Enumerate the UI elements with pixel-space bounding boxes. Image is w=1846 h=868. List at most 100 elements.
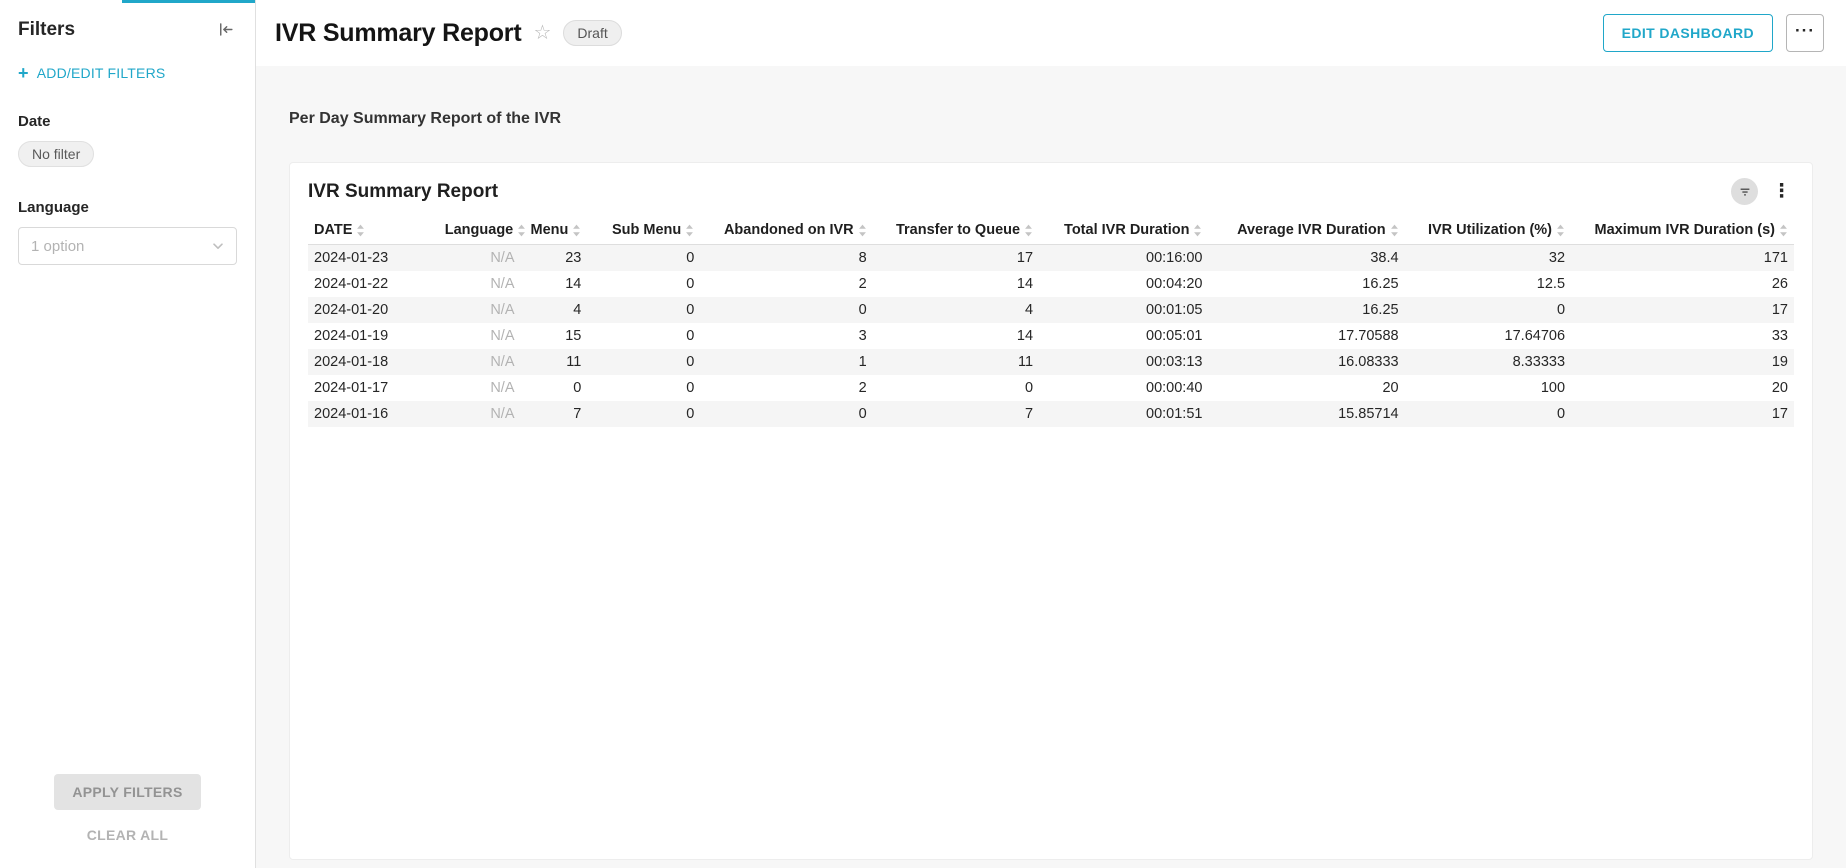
title-group: IVR Summary Report ☆ Draft <box>275 19 622 48</box>
table-cell: 00:01:51 <box>1039 401 1208 427</box>
table-cell: 32 <box>1405 245 1571 272</box>
apply-filters-button[interactable]: APPLY FILTERS <box>54 774 200 810</box>
table-cell: 0 <box>587 375 700 401</box>
table-cell: 00:04:20 <box>1039 271 1208 297</box>
table-cell: 00:16:00 <box>1039 245 1208 272</box>
table-cell: 17.70588 <box>1208 323 1404 349</box>
table-cell: 14 <box>520 271 587 297</box>
edit-dashboard-button[interactable]: EDIT DASHBOARD <box>1603 14 1773 52</box>
filters-title: Filters <box>18 19 75 41</box>
table-cell: 0 <box>587 323 700 349</box>
filters-sidebar: Filters + ADD/EDIT FILTERS Date No filte… <box>0 0 256 868</box>
table-cell: 0 <box>873 375 1039 401</box>
table-cell: 1 <box>700 349 872 375</box>
table-cell: 7 <box>520 401 587 427</box>
table-cell: 00:00:40 <box>1039 375 1208 401</box>
sort-icon <box>1024 224 1033 237</box>
filters-header: Filters <box>0 0 255 41</box>
column-header-ivr-utilization[interactable]: IVR Utilization (%) <box>1405 218 1571 245</box>
table-cell: 33 <box>1571 323 1794 349</box>
table-cell: 16.25 <box>1208 271 1404 297</box>
table-cell: 11 <box>520 349 587 375</box>
table-cell: 2024-01-18 <box>308 349 439 375</box>
sort-icon <box>1556 224 1565 237</box>
sidebar-accent-bar <box>122 0 255 3</box>
language-filter-select[interactable]: 1 option <box>18 227 237 265</box>
table-cell: 38.4 <box>1208 245 1404 272</box>
table-cell: 20 <box>1571 375 1794 401</box>
table-cell: 14 <box>873 271 1039 297</box>
main-area: IVR Summary Report ☆ Draft EDIT DASHBOAR… <box>256 0 1846 868</box>
table-cell: 12.5 <box>1405 271 1571 297</box>
table-cell: 00:05:01 <box>1039 323 1208 349</box>
table-cell: 15.85714 <box>1208 401 1404 427</box>
column-label: Maximum IVR Duration (s) <box>1595 222 1775 238</box>
column-header-maximum-ivr-duration-s[interactable]: Maximum IVR Duration (s) <box>1571 218 1794 245</box>
table-cell: 2024-01-22 <box>308 271 439 297</box>
date-filter-chip[interactable]: No filter <box>18 141 94 167</box>
sort-icon <box>572 224 581 237</box>
sort-icon <box>685 224 694 237</box>
column-header-transfer-to-queue[interactable]: Transfer to Queue <box>873 218 1039 245</box>
language-filter-label: Language <box>18 199 237 216</box>
table-cell: 4 <box>520 297 587 323</box>
table-cell: 00:01:05 <box>1039 297 1208 323</box>
table-row: 2024-01-23N/A23081700:16:0038.432171 <box>308 245 1794 272</box>
table-cell: N/A <box>439 349 521 375</box>
table-cell: 0 <box>587 245 700 272</box>
favorite-star-icon[interactable]: ☆ <box>533 23 551 43</box>
table-cell: 2024-01-23 <box>308 245 439 272</box>
ivr-table: DATELanguage Menu Sub Menu Abandoned on IVR… <box>308 218 1794 427</box>
table-cell: 7 <box>873 401 1039 427</box>
app-root: Filters + ADD/EDIT FILTERS Date No filte… <box>0 0 1846 868</box>
column-header-total-ivr-duration[interactable]: Total IVR Duration <box>1039 218 1208 245</box>
column-label: Menu <box>530 222 568 238</box>
filter-indicator-button[interactable] <box>1731 178 1758 205</box>
date-filter-label: Date <box>18 113 237 130</box>
markdown-text: Per Day Summary Report of the IVR <box>289 110 1813 128</box>
sort-icon <box>1779 224 1788 237</box>
table-head: DATELanguage Menu Sub Menu Abandoned on IVR… <box>308 218 1794 245</box>
table-cell: 2 <box>700 271 872 297</box>
table-cell: N/A <box>439 323 521 349</box>
chart-title: IVR Summary Report <box>308 181 498 203</box>
table-cell: 15 <box>520 323 587 349</box>
table-cell: 0 <box>587 349 700 375</box>
table-cell: 16.25 <box>1208 297 1404 323</box>
sort-icon <box>356 224 365 237</box>
filter-funnel-icon <box>1738 185 1752 199</box>
table-cell: 23 <box>520 245 587 272</box>
language-filter-section: Language 1 option <box>0 199 255 265</box>
table-cell: 20 <box>1208 375 1404 401</box>
add-edit-filters-button[interactable]: + ADD/EDIT FILTERS <box>0 41 255 81</box>
kebab-menu-icon[interactable]: ⋮ <box>1769 182 1794 201</box>
table-cell: 17 <box>873 245 1039 272</box>
table-cell: N/A <box>439 245 521 272</box>
sort-icon <box>1193 224 1202 237</box>
table-cell: 17 <box>1571 297 1794 323</box>
sort-icon <box>517 224 526 237</box>
dashboard-header: IVR Summary Report ☆ Draft EDIT DASHBOAR… <box>256 0 1846 66</box>
table-header-row: DATELanguage Menu Sub Menu Abandoned on IVR… <box>308 218 1794 245</box>
table-cell: 2024-01-17 <box>308 375 439 401</box>
table-row: 2024-01-16N/A700700:01:5115.85714017 <box>308 401 1794 427</box>
collapse-filters-button[interactable] <box>214 18 237 41</box>
column-label: Abandoned on IVR <box>724 222 854 238</box>
column-header-language[interactable]: Language <box>439 218 521 245</box>
column-label: Sub Menu <box>612 222 681 238</box>
column-header-average-ivr-duration[interactable]: Average IVR Duration <box>1208 218 1404 245</box>
table-cell: 8 <box>700 245 872 272</box>
table-body: 2024-01-23N/A23081700:16:0038.4321712024… <box>308 245 1794 428</box>
chart-card: IVR Summary Report ⋮ <box>289 162 1813 860</box>
status-badge: Draft <box>563 20 621 46</box>
more-options-button[interactable]: ··· <box>1786 14 1824 52</box>
filters-footer: APPLY FILTERS CLEAR ALL <box>0 774 255 868</box>
column-label: Average IVR Duration <box>1237 222 1386 238</box>
column-header-sub-menu[interactable]: Sub Menu <box>587 218 700 245</box>
table-cell: 26 <box>1571 271 1794 297</box>
column-header-abandoned-on-ivr[interactable]: Abandoned on IVR <box>700 218 872 245</box>
table-cell: 17 <box>1571 401 1794 427</box>
clear-all-button[interactable]: CLEAR ALL <box>81 826 175 844</box>
column-header-date[interactable]: DATE <box>308 218 439 245</box>
column-header-menu[interactable]: Menu <box>520 218 587 245</box>
